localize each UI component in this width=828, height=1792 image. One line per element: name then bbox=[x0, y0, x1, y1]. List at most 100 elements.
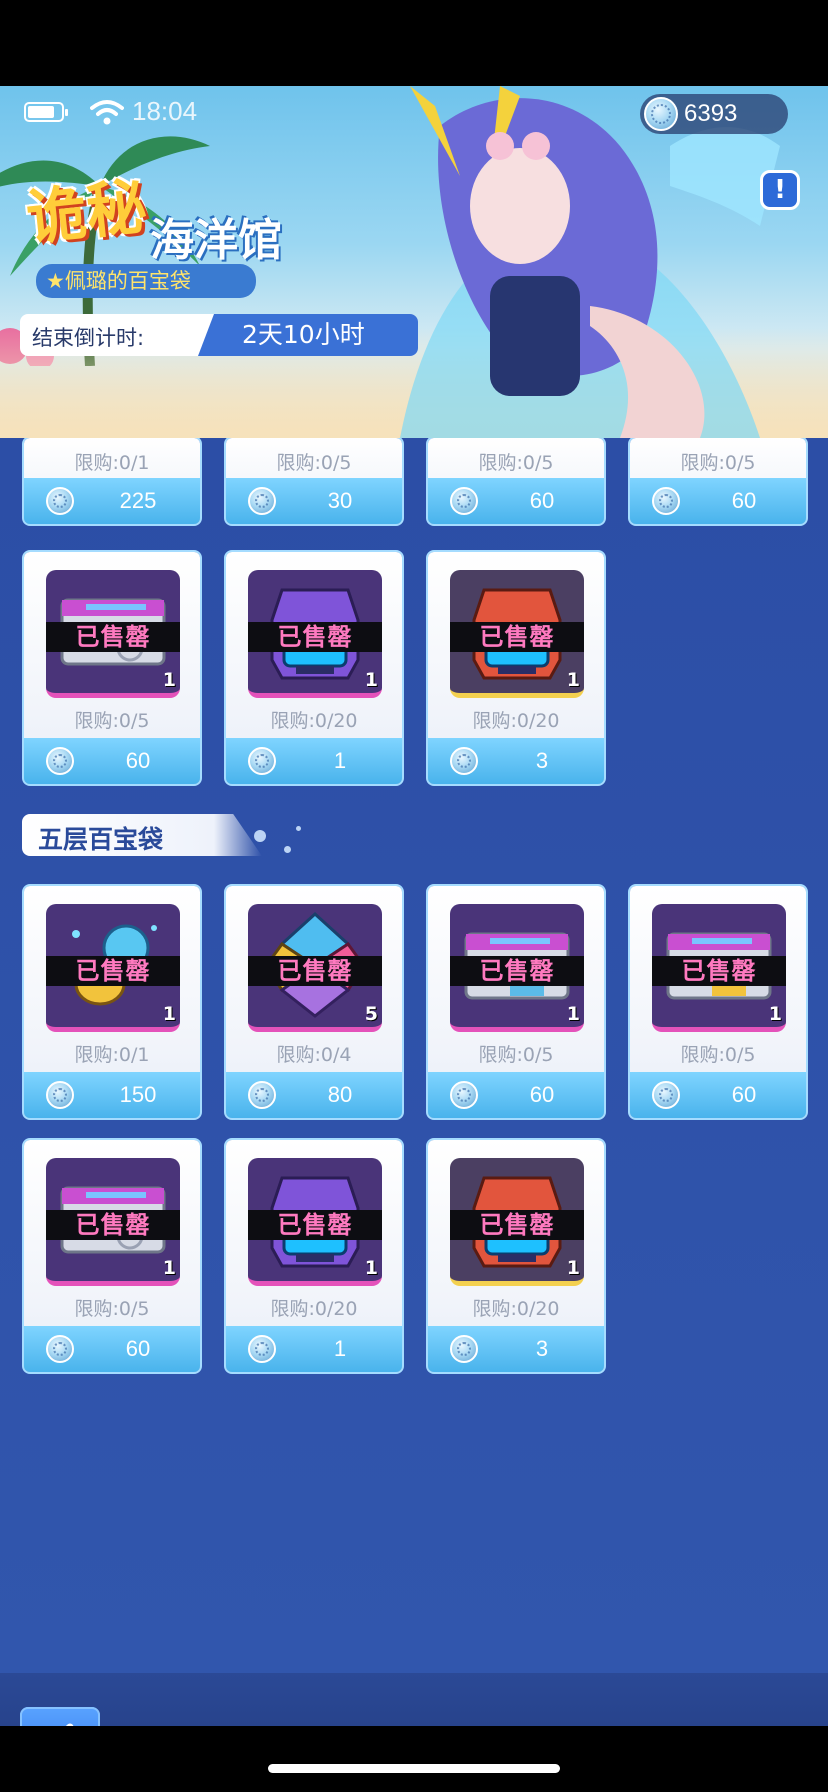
price-button[interactable]: 30 bbox=[226, 478, 402, 524]
shop-item-card[interactable]: 限购:0/5 30 bbox=[226, 438, 402, 524]
purchase-limit: 限购:0/5 bbox=[276, 452, 352, 474]
shop-item-card[interactable]: 已售罄 1 限购:0/5 60 bbox=[428, 886, 604, 1118]
price-button[interactable]: 1 bbox=[226, 738, 402, 784]
back-button[interactable] bbox=[20, 1707, 100, 1726]
price-value: 1 bbox=[333, 1336, 347, 1361]
item-tile: 已售罄 1 bbox=[46, 904, 180, 1032]
shop-item-card[interactable]: 已售罄 1 限购:0/1 150 bbox=[24, 886, 200, 1118]
back-arrow-icon bbox=[65, 1723, 74, 1726]
currency-amount: 6393 bbox=[684, 100, 738, 127]
shop-item-card[interactable]: 已售罄 1 限购:0/20 3 bbox=[428, 552, 604, 784]
item-count: 1 bbox=[768, 1003, 782, 1025]
price-value: 3 bbox=[535, 748, 549, 773]
sold-out-label: 已售罄 bbox=[75, 957, 151, 985]
sold-out-label: 已售罄 bbox=[75, 1211, 151, 1239]
item-count: 1 bbox=[566, 669, 580, 691]
shop-item-card[interactable]: 已售罄 5 限购:0/4 80 bbox=[226, 886, 402, 1118]
coin-icon bbox=[248, 747, 276, 775]
price-button[interactable]: 60 bbox=[428, 478, 604, 524]
battery-icon bbox=[24, 102, 68, 122]
price-value: 60 bbox=[529, 1082, 555, 1107]
currency-display[interactable]: 6393 bbox=[640, 94, 788, 134]
item-tile: 已售罄 1 bbox=[248, 570, 382, 698]
purchase-limit: 限购:0/20 bbox=[472, 1298, 560, 1320]
price-button[interactable]: 60 bbox=[24, 1326, 200, 1372]
item-tile: 已售罄 1 bbox=[450, 904, 584, 1032]
price-value: 225 bbox=[119, 488, 157, 513]
price-button[interactable]: 225 bbox=[24, 478, 200, 524]
item-count: 1 bbox=[162, 669, 176, 691]
shop-item-card[interactable]: 限购:0/1 225 bbox=[24, 438, 200, 524]
decor-bubble bbox=[296, 826, 301, 831]
price-value: 60 bbox=[731, 488, 757, 513]
price-button[interactable]: 60 bbox=[24, 738, 200, 784]
shop-item-card[interactable]: 限购:0/5 60 bbox=[428, 438, 604, 524]
price-value: 60 bbox=[731, 1082, 757, 1107]
shop-item-card[interactable]: 已售罄 1 限购:0/20 1 bbox=[226, 552, 402, 784]
purchase-limit: 限购:0/5 bbox=[478, 1044, 554, 1066]
price-button[interactable]: 60 bbox=[428, 1072, 604, 1118]
price-button[interactable]: 1 bbox=[226, 1326, 402, 1372]
decor-bubble bbox=[254, 830, 266, 842]
shop-item-list[interactable]: 限购:0/1 225 限购:0/5 30 限购:0/5 60 限购:0/5 60 bbox=[0, 438, 828, 1673]
coin-icon bbox=[450, 747, 478, 775]
sold-out-label: 已售罄 bbox=[277, 1211, 353, 1239]
event-banner: 18:04 6393 诡秘 海洋馆 ★佩璐的百宝袋 ! 结束倒计时: 2天10小… bbox=[0, 86, 828, 438]
price-button[interactable]: 60 bbox=[630, 1072, 806, 1118]
price-value: 1 bbox=[333, 748, 347, 773]
price-value: 150 bbox=[119, 1082, 157, 1107]
shop-item-card[interactable]: 已售罄 1 限购:0/5 60 bbox=[24, 552, 200, 784]
coin-icon bbox=[46, 1081, 74, 1109]
shop-item-card[interactable]: 已售罄 1 限购:0/20 3 bbox=[428, 1140, 604, 1372]
price-button[interactable]: 3 bbox=[428, 738, 604, 784]
price-value: 60 bbox=[529, 488, 555, 513]
price-button[interactable]: 3 bbox=[428, 1326, 604, 1372]
item-count: 5 bbox=[364, 1003, 378, 1025]
sold-out-label: 已售罄 bbox=[277, 957, 353, 985]
price-button[interactable]: 150 bbox=[24, 1072, 200, 1118]
home-indicator[interactable] bbox=[268, 1764, 560, 1773]
price-button[interactable]: 60 bbox=[630, 478, 806, 524]
purchase-limit: 限购:0/1 bbox=[74, 1044, 150, 1066]
item-count: 1 bbox=[162, 1003, 176, 1025]
coin-icon bbox=[644, 97, 678, 131]
section-header: 五层百宝袋 bbox=[22, 814, 262, 856]
purchase-limit: 限购:0/20 bbox=[270, 710, 358, 732]
purchase-limit: 限购:0/5 bbox=[74, 710, 150, 732]
shop-item-card[interactable]: 已售罄 1 限购:0/5 60 bbox=[24, 1140, 200, 1372]
countdown-label: 结束倒计时: bbox=[32, 326, 145, 350]
item-tile: 已售罄 1 bbox=[450, 570, 584, 698]
item-tile: 已售罄 1 bbox=[46, 1158, 180, 1286]
event-title-main: 诡秘 bbox=[23, 171, 150, 255]
shop-item-card[interactable]: 限购:0/5 60 bbox=[630, 438, 806, 524]
bottom-bar bbox=[0, 1673, 828, 1726]
info-button[interactable]: ! bbox=[760, 170, 800, 210]
purchase-limit: 限购:0/5 bbox=[680, 1044, 756, 1066]
shop-item-card[interactable]: 已售罄 1 限购:0/20 1 bbox=[226, 1140, 402, 1372]
item-tile: 已售罄 1 bbox=[652, 904, 786, 1032]
event-title-sub: 海洋馆 bbox=[150, 215, 282, 266]
purchase-limit: 限购:0/5 bbox=[478, 452, 554, 474]
item-tile: 已售罄 1 bbox=[46, 570, 180, 698]
shop-item-card[interactable]: 已售罄 1 限购:0/5 60 bbox=[630, 886, 806, 1118]
info-icon: ! bbox=[774, 175, 786, 205]
purchase-limit: 限购:0/5 bbox=[680, 452, 756, 474]
sold-out-label: 已售罄 bbox=[277, 623, 353, 651]
item-count: 1 bbox=[162, 1257, 176, 1279]
item-count: 1 bbox=[364, 1257, 378, 1279]
price-button[interactable]: 80 bbox=[226, 1072, 402, 1118]
purchase-limit: 限购:0/1 bbox=[74, 452, 150, 474]
purchase-limit: 限购:0/4 bbox=[276, 1044, 352, 1066]
sold-out-label: 已售罄 bbox=[479, 957, 555, 985]
purchase-limit: 限购:0/5 bbox=[74, 1298, 150, 1320]
sold-out-label: 已售罄 bbox=[479, 623, 555, 651]
coin-icon bbox=[652, 1081, 680, 1109]
item-tile: 已售罄 5 bbox=[248, 904, 382, 1032]
price-value: 60 bbox=[125, 1336, 151, 1361]
section-title: 五层百宝袋 bbox=[38, 825, 164, 854]
item-tile: 已售罄 1 bbox=[248, 1158, 382, 1286]
price-value: 60 bbox=[125, 748, 151, 773]
shop-screen: 18:04 6393 诡秘 海洋馆 ★佩璐的百宝袋 ! 结束倒计时: 2天10小… bbox=[0, 86, 828, 1726]
purchase-limit: 限购:0/20 bbox=[270, 1298, 358, 1320]
price-value: 30 bbox=[327, 488, 353, 513]
